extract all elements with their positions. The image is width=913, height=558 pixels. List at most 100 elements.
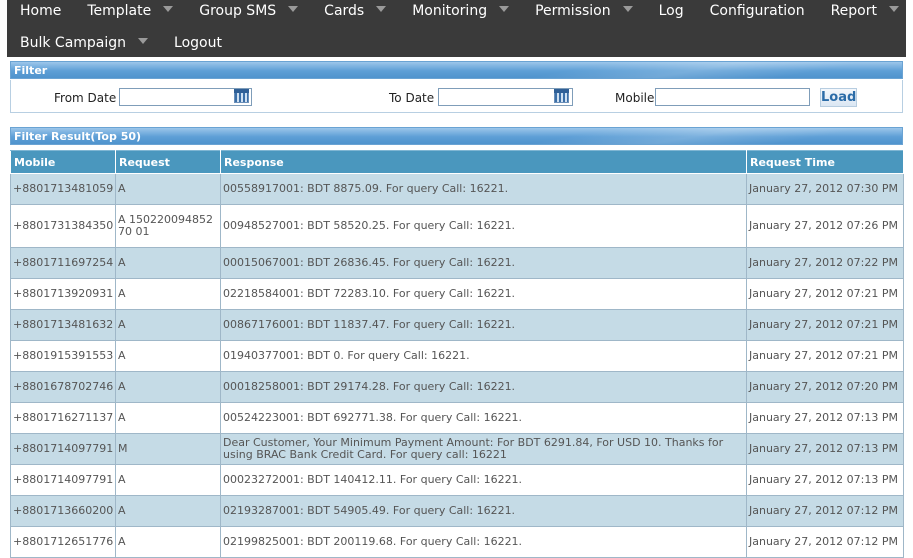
cell-mobile: +8801713920931 [10,278,116,310]
cell-request-time: January 27, 2012 07:21 PM [746,278,904,310]
cell-mobile: +8801713660200 [10,495,116,527]
cell-mobile: +8801713481059 [10,173,116,205]
header-wave-decoration [367,128,902,144]
table-row: +8801713660200 A 02193287001: BDT 54905.49… [10,495,904,527]
cell-request: A [115,278,221,310]
cell-mobile: +8801716271137 [10,402,116,434]
cell-response: 02193287001: BDT 54905.49. For query Cal… [220,495,747,527]
nav-item-label: Group SMS [199,3,277,19]
cell-response: 00558917001: BDT 8875.09. For query Call… [220,173,747,205]
cell-response: 00948527001: BDT 58520.25. For query Cal… [220,204,747,248]
table-row: +8801711697254 A 00015067001: BDT 26836.45… [10,247,904,279]
to-date-input[interactable] [438,88,573,106]
cell-request: A [115,309,221,341]
results-panel-header: Filter Result(Top 50) [10,127,903,145]
cell-response: 01940377001: BDT 0. For query Call: 1622… [220,340,747,372]
nav-item-group-sms[interactable]: Group SMS [186,0,311,22]
cell-mobile: +8801678702746 [10,371,116,403]
table-row: +8801714097791 M Dear Customer, Your Minim… [10,433,904,465]
cell-response: 00023272001: BDT 140412.11. For query Ca… [220,464,747,496]
cell-response: Dear Customer, Your Minimum Payment Amou… [220,433,747,465]
nav-item-monitoring[interactable]: Monitoring [399,0,522,22]
caret-down-icon [376,6,387,12]
cell-request-time: January 27, 2012 07:21 PM [746,340,904,372]
nav-item-label: Template [87,3,152,19]
nav-item-logout[interactable]: Logout [161,32,235,54]
cell-request-time: January 27, 2012 07:13 PM [746,464,904,496]
nav-item-home[interactable]: Home [7,0,74,22]
cell-response: 02218584001: BDT 72283.10. For query Cal… [220,278,747,310]
cell-mobile: +8801714097791 [10,464,116,496]
column-header-request: Request [115,150,221,174]
table-row: +8801712651776 A 02199825001: BDT 200119.6… [10,526,904,558]
nav-item-label: Configuration [709,3,805,19]
from-date-input[interactable] [119,88,252,106]
caret-down-icon [138,38,149,44]
cell-request: A [115,371,221,403]
nav-item-label: Report [830,3,877,19]
cell-request: A [115,340,221,372]
column-header-response: Response [220,150,747,174]
nav-item-report[interactable]: Report [818,0,912,22]
cell-mobile: +8801713481632 [10,309,116,341]
cell-response: 00524223001: BDT 692771.38. For query Ca… [220,402,747,434]
cell-mobile: +8801731384350 [10,204,116,248]
cell-request: A [115,173,221,205]
nav-item-label: Bulk Campaign [20,35,127,51]
cell-request-time: January 27, 2012 07:22 PM [746,247,904,279]
caret-down-icon [288,6,299,12]
cell-request: A [115,402,221,434]
table-row: +8801716271137 A 00524223001: BDT 692771.3… [10,402,904,434]
results-table-body: +8801713481059 A 00558917001: BDT 8875.09.… [10,173,904,558]
cell-response: 02199825001: BDT 200119.68. For query Ca… [220,526,747,558]
cell-request: A [115,526,221,558]
table-row: +8801915391553 A 01940377001: BDT 0. For q… [10,340,904,372]
cell-request-time: January 27, 2012 07:13 PM [746,433,904,465]
cell-request: A [115,495,221,527]
header-wave-decoration [367,62,902,78]
caret-down-icon [889,6,899,12]
nav-item-cards[interactable]: Cards [311,0,399,22]
nav-item-label: Cards [324,3,365,19]
nav-item-template[interactable]: Template [74,0,186,22]
cell-request: A [115,464,221,496]
nav-item-log[interactable]: Log [646,0,697,22]
cell-mobile: +8801714097791 [10,433,116,465]
filter-title: Filter [14,64,48,77]
cell-mobile: +8801712651776 [10,526,116,558]
table-row: +8801713481059 A 00558917001: BDT 8875.09.… [10,173,904,205]
nav-item-label: Monitoring [412,3,488,19]
cell-mobile: +8801915391553 [10,340,116,372]
caret-down-icon [163,6,174,12]
column-header-request-time: Request Time [746,150,904,174]
cell-request: M [115,433,221,465]
mobile-input[interactable] [655,88,810,106]
top-navigation-bar: Home Template Group SMS Cards Monitoring Perm… [7,0,906,57]
cell-response: 00018258001: BDT 29174.28. For query Cal… [220,371,747,403]
table-row: +8801678702746 A 00018258001: BDT 29174.28… [10,371,904,403]
cell-request-time: January 27, 2012 07:30 PM [746,173,904,205]
nav-item-bulk-campaign[interactable]: Bulk Campaign [7,32,161,54]
nav-item-permission[interactable]: Permission [522,0,646,22]
nav-item-label: Log [658,3,684,19]
to-date-label: To Date [389,91,435,105]
cell-request-time: January 27, 2012 07:20 PM [746,371,904,403]
mobile-label: Mobile [615,91,655,105]
cell-request-time: January 27, 2012 07:12 PM [746,526,904,558]
from-date-calendar-icon[interactable] [234,89,249,103]
filter-panel-header: Filter [10,61,903,79]
nav-item-label: Permission [535,3,611,19]
caret-down-icon [499,6,510,12]
nav-item-configuration[interactable]: Configuration [697,0,818,22]
table-row: +8801713920931 A 02218584001: BDT 72283.10… [10,278,904,310]
column-header-mobile: Mobile [10,150,116,174]
nav-row-primary: Home Template Group SMS Cards Monitoring Perm… [7,0,912,22]
cell-request: A [115,247,221,279]
cell-request-time: January 27, 2012 07:21 PM [746,309,904,341]
cell-response: 00867176001: BDT 11837.47. For query Cal… [220,309,747,341]
to-date-calendar-icon[interactable] [554,89,569,103]
results-table: Mobile Request Response Request Time +88… [10,150,904,558]
load-button[interactable]: Load [820,88,857,107]
cell-request: A 15022009485270 01 [115,204,221,248]
table-row: +8801714097791 A 00023272001: BDT 140412.1… [10,464,904,496]
